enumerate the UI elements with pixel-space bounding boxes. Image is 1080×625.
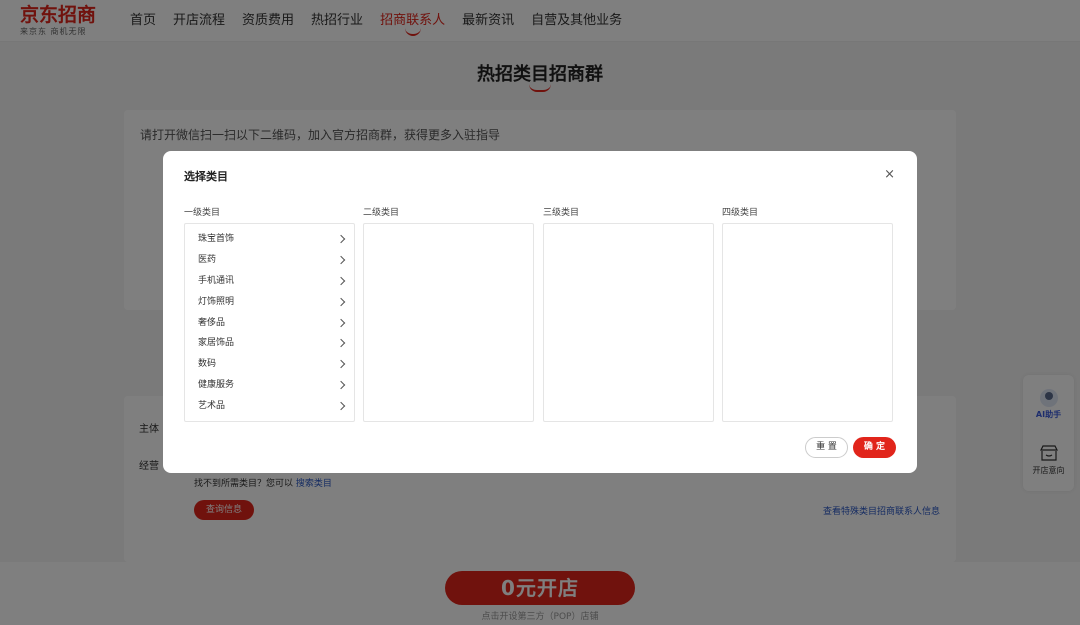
category-label: 医药 (198, 254, 217, 265)
level3-label: 三级类目 (543, 208, 580, 218)
reset-button[interactable]: 重 置 (805, 437, 848, 458)
category-modal: 选择类目 × 一级类目 二级类目 三级类目 四级类目 珠宝首饰 医药 手机通讯 … (163, 151, 917, 473)
category-label: 手机通讯 (198, 275, 235, 286)
category-item[interactable]: 珠宝首饰 (185, 229, 354, 250)
level4-label: 四级类目 (722, 208, 759, 218)
chevron-right-icon (336, 380, 346, 390)
category-label: 数码 (198, 359, 217, 370)
chevron-right-icon (336, 234, 346, 244)
chevron-right-icon (336, 297, 346, 306)
chevron-right-icon (336, 318, 346, 327)
close-icon[interactable]: × (884, 168, 895, 181)
level4-list (722, 223, 893, 422)
category-label: 艺术品 (198, 401, 226, 412)
category-label: 奢侈品 (198, 317, 226, 328)
category-label: 灯饰照明 (198, 296, 235, 307)
category-label: 家居饰品 (198, 338, 235, 349)
chevron-right-icon (336, 401, 346, 411)
category-item[interactable]: 灯饰照明 (185, 292, 354, 313)
category-item[interactable]: 艺术品 (185, 396, 354, 417)
category-item[interactable]: 医药 (185, 250, 354, 271)
modal-title: 选择类目 (184, 170, 228, 183)
chevron-right-icon (336, 339, 346, 348)
category-label: 珠宝首饰 (198, 234, 235, 244)
category-label: 健康服务 (198, 380, 235, 391)
chevron-right-icon (336, 255, 346, 265)
category-item[interactable]: 数码 (185, 354, 354, 375)
confirm-button[interactable]: 确 定 (853, 437, 896, 458)
level3-list (543, 223, 714, 422)
category-item[interactable]: 奢侈品 (185, 313, 354, 334)
level1-label: 一级类目 (184, 208, 221, 218)
category-item[interactable]: 手机通讯 (185, 271, 354, 292)
category-item[interactable]: 健康服务 (185, 375, 354, 396)
level2-label: 二级类目 (363, 208, 400, 218)
level1-list: 珠宝首饰 医药 手机通讯 灯饰照明 奢侈品 家居饰品 数码 健康服务 艺术品 (184, 223, 355, 422)
chevron-right-icon (336, 276, 346, 286)
level2-list (363, 223, 534, 422)
chevron-right-icon (336, 360, 346, 369)
category-item[interactable]: 家居饰品 (185, 333, 354, 354)
